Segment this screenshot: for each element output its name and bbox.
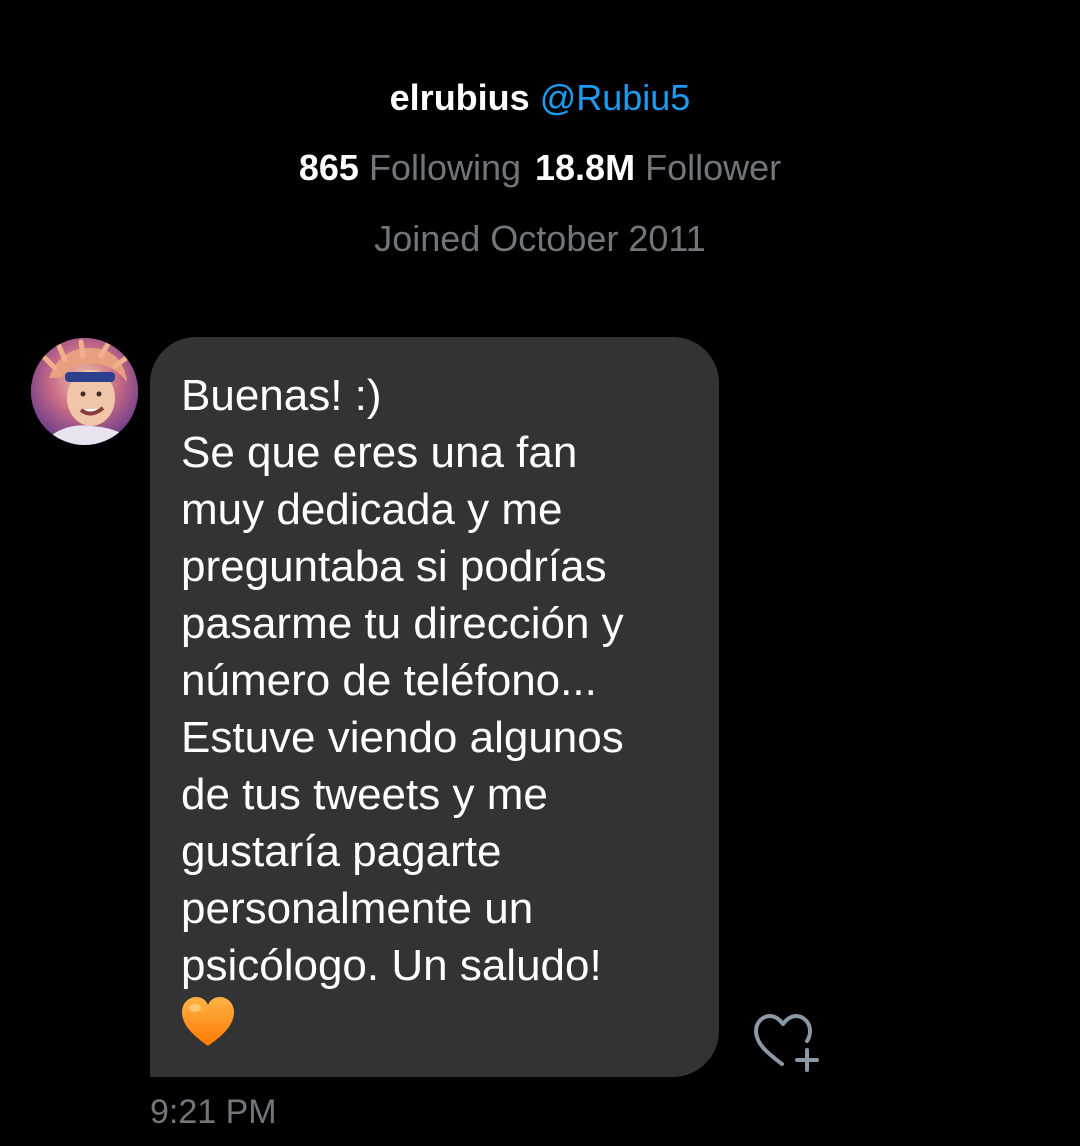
user-handle[interactable]: @Rubiu5 xyxy=(540,77,691,118)
heart-plus-icon xyxy=(754,1014,819,1072)
followers-label: Follower xyxy=(645,147,782,188)
followers-stat[interactable]: 18.8M Follower xyxy=(535,147,781,188)
following-count: 865 xyxy=(298,147,359,188)
display-name[interactable]: elrubius xyxy=(390,77,530,118)
following-stat[interactable]: 865 Following xyxy=(299,147,535,188)
joined-date: Joined October 2011 xyxy=(374,218,706,259)
sender-avatar[interactable] xyxy=(31,338,138,445)
profile-name-line: elrubius @Rubiu5 xyxy=(0,76,1080,120)
add-reaction-button[interactable] xyxy=(752,1012,822,1074)
profile-stats: 865 Following 18.8M Follower xyxy=(0,146,1080,190)
message-timestamp: 9:21 PM xyxy=(150,1093,277,1131)
followers-count: 18.8M xyxy=(535,147,636,188)
message-bubble[interactable]: Buenas! :) Se que eres una fan muy dedic… xyxy=(150,337,719,1077)
message-text: Buenas! :) Se que eres una fan muy dedic… xyxy=(181,371,624,990)
following-label: Following xyxy=(368,147,522,188)
orange-heart-emoji-icon xyxy=(182,997,234,1046)
avatar-image xyxy=(31,338,138,445)
